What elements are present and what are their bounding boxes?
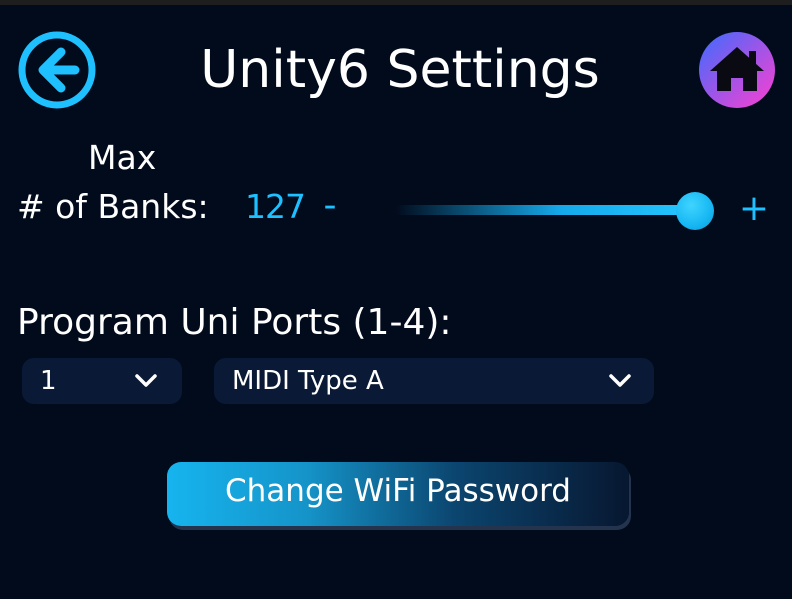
program-ports-label: Program Uni Ports (1-4): [17,302,452,343]
port-number-value: 1 [40,366,57,396]
port-type-value: MIDI Type A [232,366,384,396]
max-banks-label-line2: # of Banks: [17,187,209,226]
banks-slider[interactable] [395,191,715,231]
home-button[interactable] [698,31,776,109]
port-type-select[interactable]: MIDI Type A [214,358,654,404]
banks-slider-track[interactable] [395,205,695,215]
max-banks-label-line1: Max [88,138,157,177]
max-banks-value: 127 [245,187,306,226]
change-wifi-password-button[interactable]: Change WiFi Password [167,462,629,526]
page-title: Unity6 Settings [200,40,600,100]
back-button[interactable] [17,30,97,110]
decrement-banks-button[interactable]: - [318,184,342,228]
banks-slider-knob[interactable] [676,192,714,230]
arrow-left-circle-icon [18,31,96,109]
home-icon [699,32,775,108]
chevron-down-icon [609,374,631,387]
chevron-down-icon [135,374,157,387]
port-number-select[interactable]: 1 [22,358,182,404]
increment-banks-button[interactable]: + [736,187,772,231]
change-wifi-password-label: Change WiFi Password [225,473,571,509]
settings-screen: Unity6 Settings Max # of Banks: 127 - + … [0,5,792,599]
